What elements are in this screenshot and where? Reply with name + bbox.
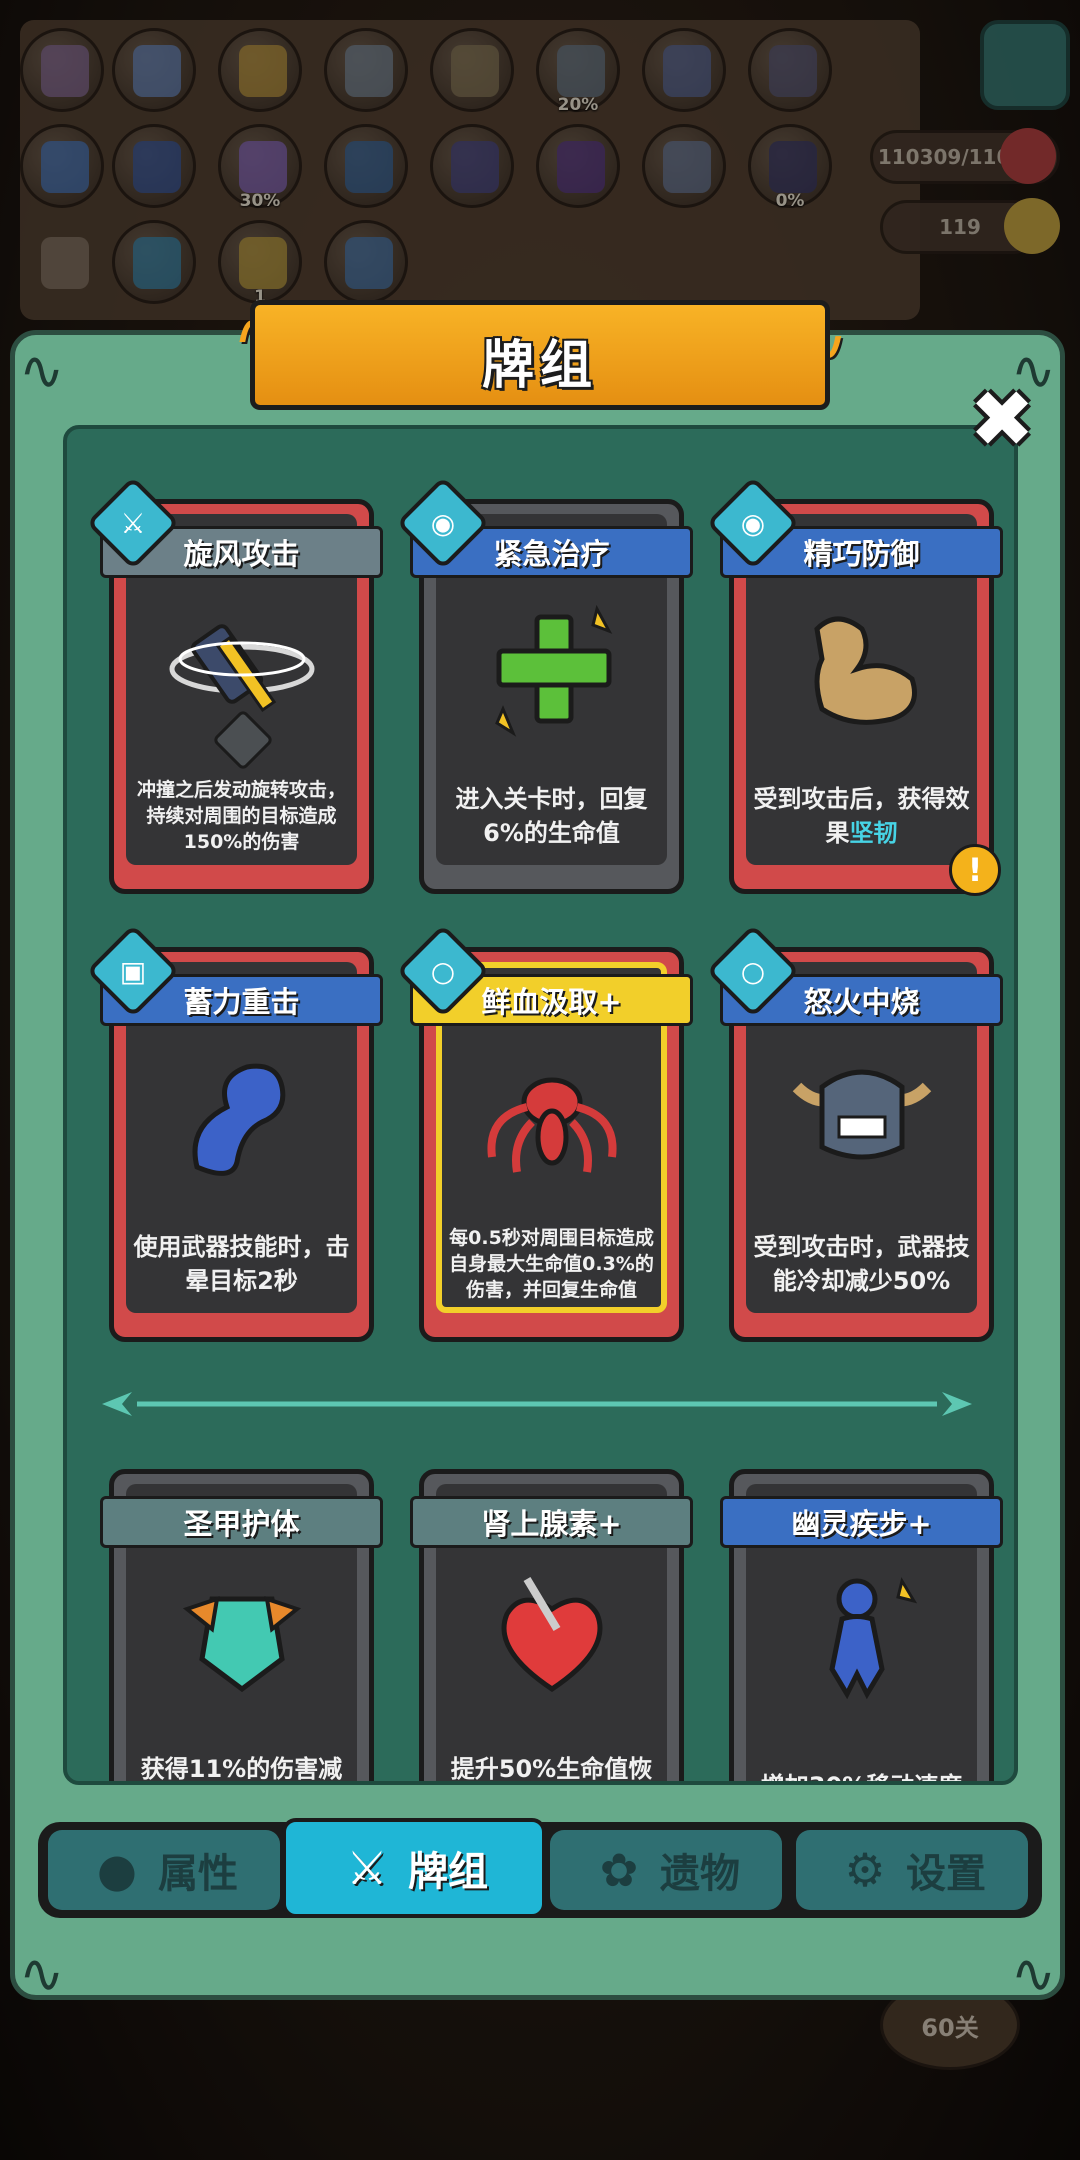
blue-fist-icon [148, 1042, 335, 1192]
tab-settings[interactable]: ⚙ 设置 [796, 1830, 1028, 1910]
section-divider [97, 1389, 1014, 1419]
card-holy-armor[interactable]: 圣甲护体 获得11%的伤害减免 [100, 1469, 383, 1783]
card-description: 进入关卡时，回复6%的生命值 [455, 785, 648, 847]
card-emergency-heal[interactable]: 紧急治疗 进入关卡时，回复6%的生命值 ◉ [396, 476, 693, 894]
corner-curl-icon: ∿ [19, 1942, 65, 2005]
keyword-link[interactable]: 坚韧 [850, 819, 898, 847]
tab-label: 设置 [906, 1851, 986, 1897]
corner-curl-icon: ∿ [19, 339, 65, 402]
sword-icon: ⚔ [346, 1841, 388, 1895]
card-burning-rage[interactable]: 怒火中烧 受到攻击时，武器技能冷却减少50% ○ [706, 924, 1003, 1342]
card-description: 获得11%的伤害减免 [140, 1755, 343, 1783]
alert-icon[interactable]: ! [949, 844, 1001, 896]
card-blood-drain[interactable]: 鲜血汲取+ 每0.5秒对周围目标造成自身最大生命值0.3%的伤害，并回复生命值 … [396, 924, 693, 1342]
card-grid[interactable]: 旋风攻击 冲撞之后发动旋转攻击，持续对周围的目标造成150%的伤害 ⚔ 紧急治疗 [63, 425, 1018, 1785]
deck-panel: ∿ ∿ ∿ ∿ 旋风攻击 冲撞之后发动旋转攻击，持续对周围的目标造成150%的伤… [10, 330, 1065, 2005]
page-title: 牌组 [481, 336, 598, 396]
tab-bar: ● 属性 ⚔ 牌组 ✿ 遗物 ⚙ 设置 [38, 1818, 1042, 1918]
card-description: 受到攻击时，武器技能冷却减少50% [753, 1233, 970, 1295]
tab-relics[interactable]: ✿ 遗物 [550, 1830, 782, 1910]
card-deft-defense[interactable]: 精巧防御 受到攻击后，获得效果坚韧 ◉ ! [706, 476, 1003, 896]
card-ghost-step[interactable]: 幽灵疾步+ 增加30%移动速度 [720, 1469, 1003, 1781]
flexed-arm-icon [768, 594, 955, 744]
spiked-armor-icon [148, 1564, 335, 1714]
corner-curl-icon: ∿ [1010, 1942, 1056, 2005]
blood-tick-icon [458, 1042, 645, 1192]
horned-helmet-icon [768, 1042, 955, 1192]
title-banner: 牌组 [250, 300, 830, 410]
clover-icon: ✿ [599, 1843, 639, 1897]
card-description: 提升50%生命值恢复效果 [450, 1755, 653, 1783]
card-description: 使用武器技能时，击晕目标2秒 [133, 1233, 350, 1295]
card-description: 冲撞之后发动旋转攻击，持续对周围的目标造成150%的伤害 [136, 779, 346, 853]
person-icon: ● [96, 1843, 138, 1897]
tab-label: 遗物 [660, 1851, 740, 1897]
gear-icon: ⚙ [844, 1843, 886, 1897]
card-adrenaline[interactable]: 肾上腺素+ 提升50%生命值恢复效果 [410, 1469, 693, 1783]
card-title: 幽灵疾步+ [720, 1496, 1003, 1548]
close-button[interactable]: ✖ [962, 375, 1042, 465]
tab-attributes[interactable]: ● 属性 [48, 1830, 280, 1910]
tab-label: 属性 [158, 1851, 238, 1897]
card-title: 圣甲护体 [100, 1496, 383, 1548]
heart-syringe-icon [458, 1564, 645, 1714]
card-description: 每0.5秒对周围目标造成自身最大生命值0.3%的伤害，并回复生命值 [449, 1227, 654, 1301]
ghost-runner-icon [768, 1564, 955, 1714]
close-icon: ✖ [969, 375, 1035, 465]
card-description: 增加30%移动速度 [752, 1736, 971, 1781]
green-cross-icon [458, 594, 645, 744]
card-description: 受到攻击后，获得效果坚韧 [752, 766, 971, 866]
card-title: 肾上腺素+ [410, 1496, 693, 1548]
card-charged-strike[interactable]: 蓄力重击 使用武器技能时，击晕目标2秒 ▣ [86, 924, 383, 1342]
tab-label: 牌组 [408, 1849, 488, 1895]
card-whirlwind-attack[interactable]: 旋风攻击 冲撞之后发动旋转攻击，持续对周围的目标造成150%的伤害 ⚔ [86, 476, 383, 894]
tab-deck[interactable]: ⚔ 牌组 [282, 1818, 546, 1918]
